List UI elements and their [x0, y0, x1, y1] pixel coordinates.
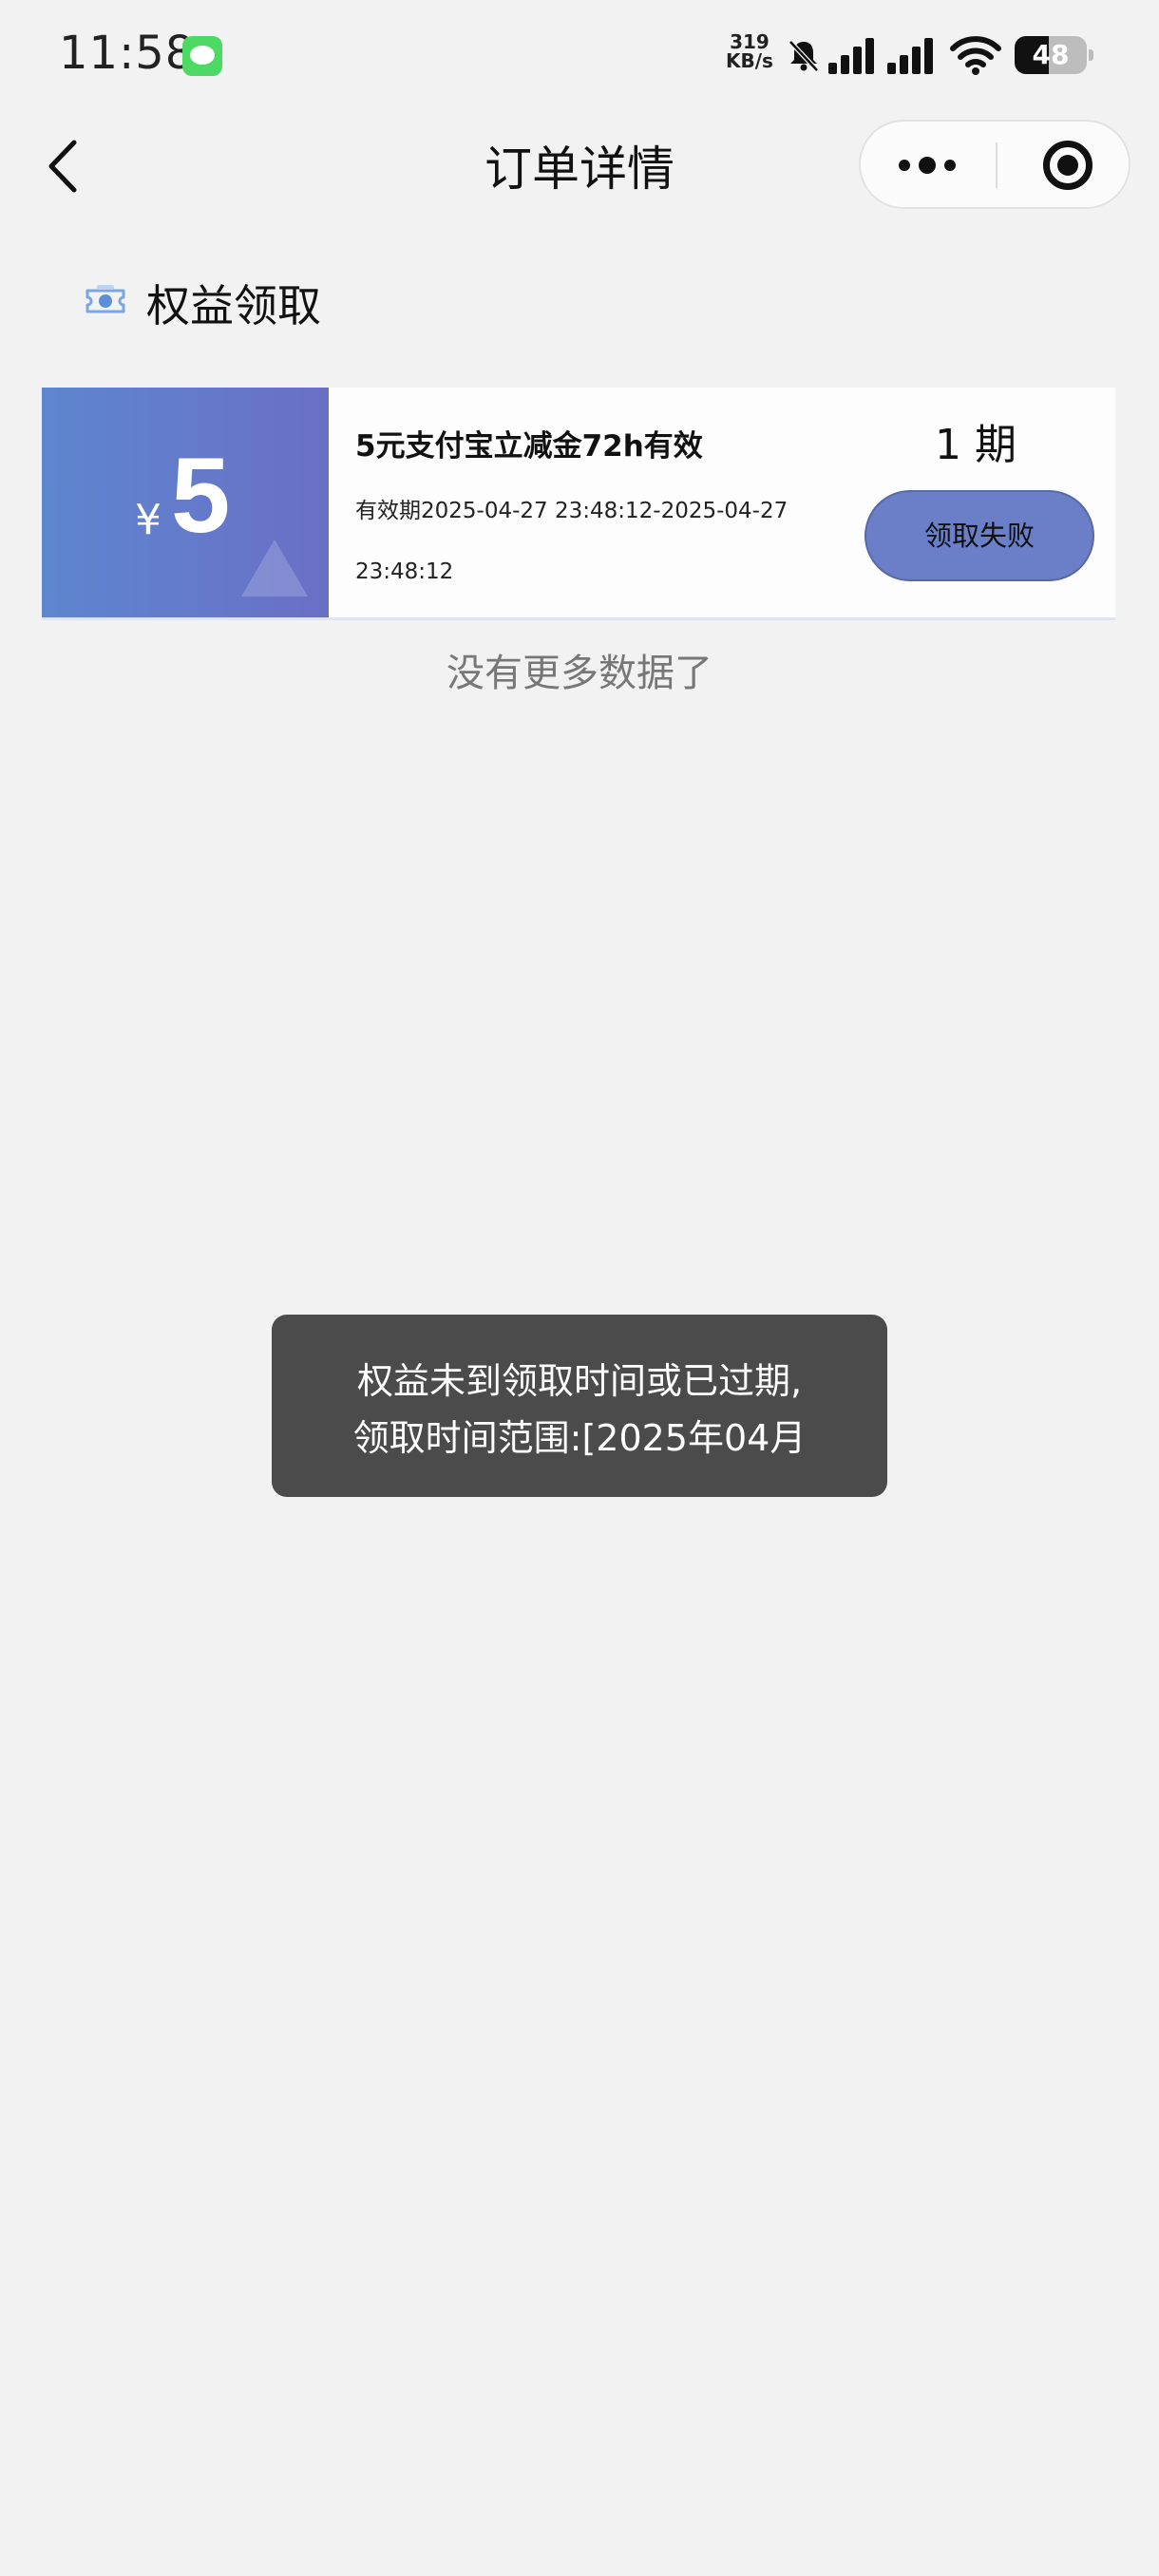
signal-strength-icon	[828, 36, 884, 74]
toast-line-2: 领取时间范围:[2025年04月	[352, 1417, 807, 1459]
more-button[interactable]	[861, 122, 996, 207]
message-notification-icon	[182, 36, 222, 76]
coupon-decoration-icon	[241, 540, 308, 597]
close-mini-program-button[interactable]	[998, 122, 1130, 207]
wifi-icon	[950, 36, 1001, 75]
coupon-title: 5元支付宝立减金72h有效	[355, 429, 703, 464]
battery-tip	[1089, 49, 1093, 61]
coupon-amount: 5	[171, 436, 231, 555]
battery-icon: 48	[1015, 36, 1087, 74]
coupon-amount-panel: ¥ 5	[42, 388, 329, 617]
mute-bell-icon	[788, 40, 819, 72]
network-speed-value: 319	[730, 30, 770, 53]
toast-line-1: 权益未到领取时间或已过期,	[356, 1360, 803, 1402]
coupon-currency: ¥	[135, 496, 162, 544]
network-speed: 319 KB/s	[726, 32, 773, 70]
coupon-scallop-edge	[42, 388, 49, 617]
section-title: 权益领取	[146, 280, 321, 331]
status-bar: 11:58 319 KB/s 48	[0, 0, 1159, 112]
gift-ticket-icon	[86, 285, 125, 313]
battery-level: 48	[1032, 39, 1070, 70]
signal-strength-icon-2	[887, 36, 942, 74]
target-circle-dot	[1057, 155, 1078, 176]
claim-status-button[interactable]: 领取失败	[864, 490, 1094, 581]
coupon-validity: 有效期2025-04-27 23:48:12-2025-04-27 23:48:…	[355, 499, 788, 584]
toast-message: 权益未到领取时间或已过期, 领取时间范围:[2025年04月	[272, 1315, 887, 1497]
coupon-card: ¥ 5 5元支付宝立减金72h有效 有效期2025-04-27 23:48:12…	[42, 388, 1115, 620]
mini-program-capsule	[859, 120, 1130, 209]
coupon-period: 1 期	[935, 421, 1016, 469]
status-time: 11:58	[59, 27, 196, 80]
network-speed-unit: KB/s	[726, 49, 773, 72]
list-end-text: 没有更多数据了	[446, 652, 712, 695]
